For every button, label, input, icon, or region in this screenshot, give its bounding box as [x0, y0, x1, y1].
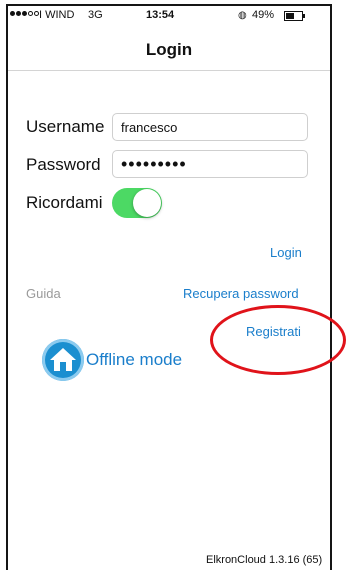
- carrier-name: I WIND: [39, 9, 75, 21]
- password-label: Password: [26, 155, 101, 174]
- nav-bar: Login: [8, 28, 330, 71]
- battery-icon: [284, 11, 305, 21]
- offline-mode-label: Offline mode: [86, 350, 183, 369]
- guide-link[interactable]: Guida: [26, 286, 61, 301]
- status-time: 13:54: [146, 9, 175, 21]
- toggle-knob: [133, 189, 161, 217]
- phone-frame: I WIND 3G 13:54 ◍ 49% Login Username Pas…: [6, 4, 332, 570]
- offline-mode-button[interactable]: Offline mode: [42, 339, 182, 381]
- battery-percent: 49%: [252, 9, 275, 21]
- page-title: Login: [145, 40, 193, 59]
- password-field[interactable]: •••••••••: [112, 150, 308, 178]
- network-type: 3G: [88, 9, 103, 21]
- recover-password-link[interactable]: Recupera password: [183, 286, 299, 301]
- register-link[interactable]: Registrati: [246, 324, 301, 339]
- rotation-lock-icon: ◍: [238, 10, 247, 21]
- app-version: ElkronCloud 1.3.16 (65): [206, 554, 323, 566]
- signal-strength-icon: [10, 11, 39, 16]
- username-field[interactable]: [112, 113, 308, 141]
- remember-label: Ricordami: [26, 193, 103, 212]
- username-label: Username: [26, 117, 105, 136]
- remember-toggle[interactable]: [112, 188, 162, 218]
- status-bar: I WIND 3G 13:54 ◍ 49%: [8, 6, 330, 28]
- login-button[interactable]: Login: [270, 245, 302, 260]
- home-icon: [42, 339, 84, 381]
